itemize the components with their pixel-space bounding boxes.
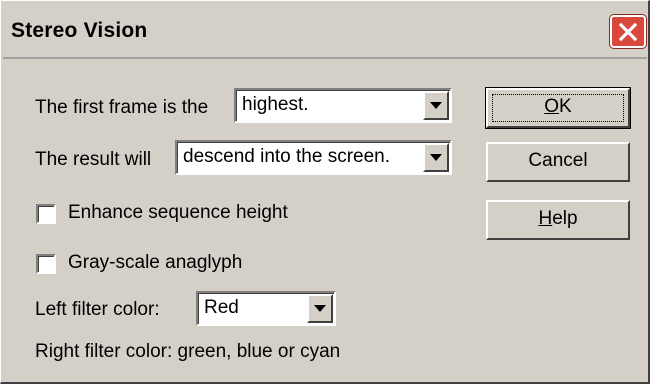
stereo-vision-dialog: Stereo Vision The first frame is the hig… (0, 0, 650, 384)
grayscale-anaglyph-checkbox[interactable] (36, 254, 56, 274)
first-frame-dropdown-arrow[interactable] (423, 91, 449, 120)
enhance-sequence-checkbox[interactable] (36, 204, 56, 224)
help-button[interactable]: Help (486, 200, 630, 240)
cancel-button-label: Cancel (528, 150, 588, 171)
dialog-body: The first frame is the highest. The resu… (1, 1, 648, 382)
chevron-down-icon (430, 149, 442, 167)
enhance-sequence-label[interactable]: Enhance sequence height (68, 202, 288, 224)
ok-button-label: OK (544, 96, 572, 117)
chevron-down-icon (430, 97, 442, 115)
ok-button[interactable]: OK (486, 88, 630, 128)
left-filter-value: Red (204, 297, 239, 318)
help-button-label: Help (538, 208, 578, 229)
right-filter-text: Right filter color: green, blue or cyan (35, 341, 341, 362)
first-frame-label: The first frame is the (35, 97, 209, 118)
left-filter-dropdown-arrow[interactable] (307, 294, 333, 323)
chevron-down-icon (314, 300, 326, 318)
left-filter-label: Left filter color: (35, 299, 160, 320)
result-dropdown-arrow[interactable] (423, 143, 449, 172)
first-frame-dropdown[interactable]: highest. (234, 88, 452, 123)
left-filter-dropdown[interactable]: Red (196, 291, 336, 326)
first-frame-value: highest. (242, 94, 309, 115)
result-label: The result will (35, 149, 152, 170)
result-value: descend into the screen. (183, 146, 391, 167)
result-dropdown[interactable]: descend into the screen. (175, 140, 452, 175)
grayscale-anaglyph-label[interactable]: Gray-scale anaglyph (68, 252, 242, 274)
cancel-button[interactable]: Cancel (486, 142, 630, 182)
